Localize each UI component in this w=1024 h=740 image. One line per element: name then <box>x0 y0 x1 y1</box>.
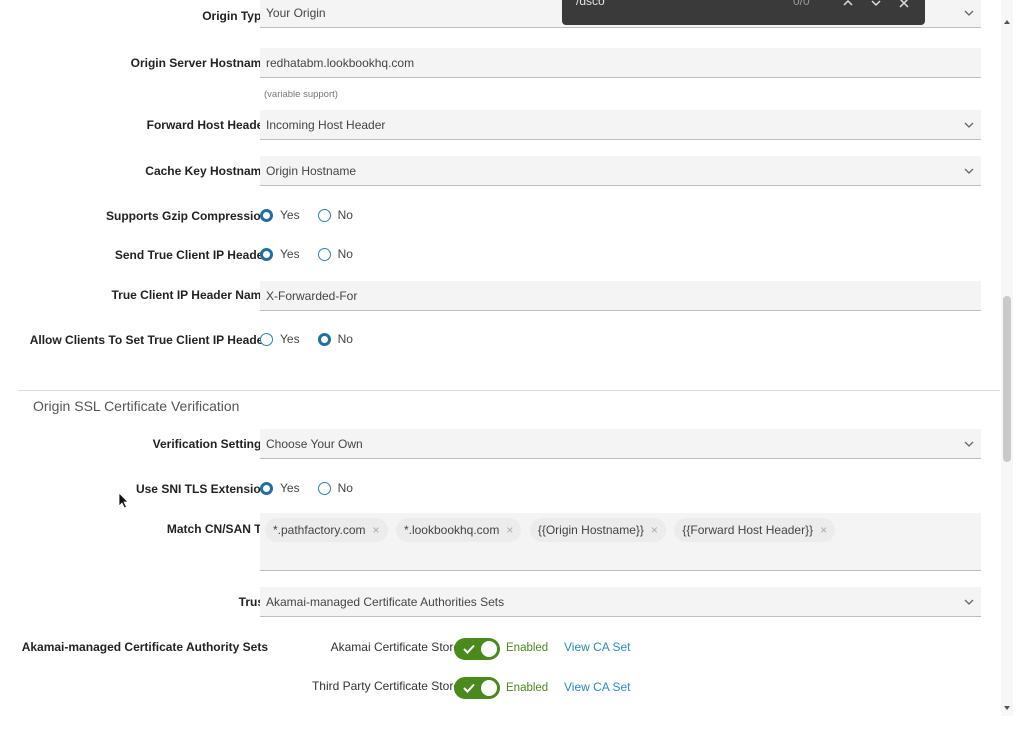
san-chip-text: {{Forward Host Header}} <box>682 523 814 537</box>
origin-server-hostname-input[interactable]: redhatabm.lookbookhq.com <box>260 48 981 78</box>
property-form: Origin Type Your Origin Origin Server Ho… <box>18 0 1000 716</box>
origin-type-value: Your Origin <box>266 6 326 20</box>
use-sni-no-radio[interactable] <box>317 481 331 495</box>
send-true-client-ip-yes-label: Yes <box>280 247 300 261</box>
close-icon[interactable] <box>897 0 911 10</box>
mouse-cursor-icon <box>118 492 129 509</box>
san-chip: *.lookbookhq.com × <box>395 518 522 542</box>
third-party-store-label: Third Party Certificate Store <box>311 679 460 693</box>
match-cn-san-tag-input[interactable]: *.pathfactory.com × *.lookbookhq.com × {{O… <box>260 513 981 571</box>
true-client-ip-name-label: True Client IP Header Name <box>111 288 268 302</box>
third-party-store-status: Enabled <box>506 682 549 694</box>
send-true-client-ip-no-radio[interactable] <box>317 247 331 261</box>
send-true-client-ip-label: Send True Client IP Header <box>114 248 268 262</box>
allow-clients-set-ip-no-radio[interactable] <box>317 332 331 346</box>
allow-clients-set-ip-no-label: No <box>337 332 353 346</box>
chevron-up-icon[interactable] <box>841 0 855 10</box>
origin-server-hostname-label: Origin Server Hostname <box>130 56 268 70</box>
supports-gzip-no-label: No <box>337 208 353 222</box>
chevron-down-icon <box>964 10 974 16</box>
supports-gzip-radio-group: Yes No <box>260 208 371 222</box>
akamai-store-toggle[interactable] <box>454 638 500 660</box>
origin-type-label: Origin Type <box>202 9 268 23</box>
true-client-ip-name-input[interactable]: X-Forwarded-For <box>260 281 981 311</box>
toggle-knob <box>481 680 497 696</box>
allow-clients-set-ip-radio-group: Yes No <box>260 332 371 346</box>
find-match-count: 0/0 <box>793 0 810 8</box>
chevron-down-icon <box>964 122 974 128</box>
chevron-down-icon <box>964 599 974 605</box>
allow-clients-set-ip-label: Allow Clients To Set True Client IP Head… <box>29 333 268 347</box>
chevron-down-icon <box>964 168 974 174</box>
use-sni-no-label: No <box>337 481 353 495</box>
use-sni-radio-group: Yes No <box>260 481 371 495</box>
vertical-scrollbar[interactable] <box>1001 0 1013 716</box>
third-party-view-ca-set-link[interactable]: View CA Set <box>564 677 630 697</box>
san-chip: {{Forward Host Header}} × <box>674 518 836 542</box>
send-true-client-ip-no-label: No <box>337 247 353 261</box>
chevron-down-icon[interactable] <box>869 0 883 10</box>
supports-gzip-yes-label: Yes <box>280 208 300 222</box>
allow-clients-set-ip-yes-radio[interactable] <box>260 332 273 346</box>
find-query-input[interactable]: /dsco <box>576 0 605 8</box>
toggle-knob <box>481 641 497 657</box>
allow-clients-set-ip-yes-label: Yes <box>280 332 300 346</box>
supports-gzip-no-radio[interactable] <box>317 208 331 222</box>
use-sni-label: Use SNI TLS Extension <box>135 482 268 496</box>
match-cn-san-label: Match CN/SAN To <box>166 522 268 536</box>
use-sni-yes-label: Yes <box>280 481 300 495</box>
trust-select[interactable]: Akamai-managed Certificate Authorities S… <box>260 587 981 617</box>
scroll-down-icon[interactable] <box>1003 704 1011 712</box>
trust-value: Akamai-managed Certificate Authorities S… <box>266 595 505 609</box>
variable-support-hint: (variable support) <box>264 89 338 100</box>
scrollbar-thumb[interactable] <box>1003 296 1011 462</box>
remove-chip-icon[interactable]: × <box>820 523 827 537</box>
remove-chip-icon[interactable]: × <box>372 523 379 537</box>
check-icon <box>463 644 475 654</box>
remove-chip-icon[interactable]: × <box>506 523 513 537</box>
forward-host-header-label: Forward Host Header <box>146 118 268 132</box>
verification-settings-value: Choose Your Own <box>266 437 363 451</box>
send-true-client-ip-radio-group: Yes No <box>260 247 371 261</box>
san-chip: *.pathfactory.com × <box>265 518 388 542</box>
section-divider <box>18 390 1000 391</box>
remove-chip-icon[interactable]: × <box>651 523 658 537</box>
third-party-store-toggle[interactable] <box>454 677 500 699</box>
akamai-store-status: Enabled <box>506 642 549 654</box>
forward-host-header-value: Incoming Host Header <box>266 118 386 132</box>
use-sni-yes-radio[interactable] <box>260 481 273 495</box>
cache-key-hostname-label: Cache Key Hostname <box>145 164 268 178</box>
find-bar: /dsco 0/0 <box>562 0 925 25</box>
verification-settings-label: Verification Settings <box>152 437 268 451</box>
ssl-section-title: Origin SSL Certificate Verification <box>33 398 240 414</box>
forward-host-header-select[interactable]: Incoming Host Header <box>260 110 981 140</box>
ca-sets-label: Akamai-managed Certificate Authority Set… <box>21 640 268 654</box>
san-chip-text: *.pathfactory.com <box>273 523 366 537</box>
origin-server-hostname-value: redhatabm.lookbookhq.com <box>266 56 415 70</box>
cache-key-hostname-select[interactable]: Origin Hostname <box>260 156 981 186</box>
akamai-view-ca-set-link[interactable]: View CA Set <box>564 637 630 657</box>
chevron-down-icon <box>964 441 974 447</box>
check-icon <box>463 683 475 693</box>
san-chip-text: *.lookbookhq.com <box>403 523 500 537</box>
san-chip-text: {{Origin Hostname}} <box>537 523 644 537</box>
supports-gzip-yes-radio[interactable] <box>260 208 273 222</box>
akamai-store-label: Akamai Certificate Store <box>330 640 460 654</box>
supports-gzip-label: Supports Gzip Compression <box>105 209 268 223</box>
send-true-client-ip-yes-radio[interactable] <box>260 247 273 261</box>
true-client-ip-name-value: X-Forwarded-For <box>266 289 358 303</box>
cache-key-hostname-value: Origin Hostname <box>266 164 357 178</box>
san-chip: {{Origin Hostname}} × <box>529 518 666 542</box>
scroll-up-icon[interactable] <box>1003 18 1011 26</box>
verification-settings-select[interactable]: Choose Your Own <box>260 429 981 459</box>
bottom-strip <box>0 716 1024 740</box>
